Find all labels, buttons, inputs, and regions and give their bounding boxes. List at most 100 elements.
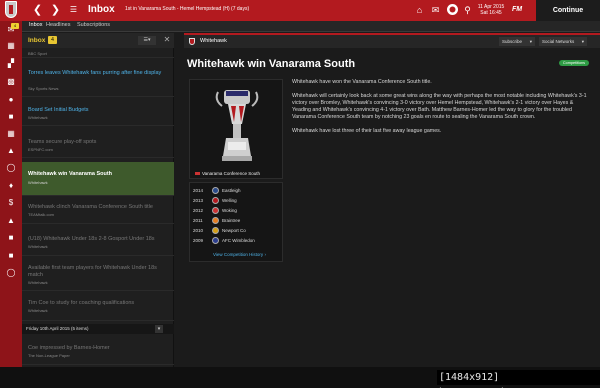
list-item-selected[interactable]: Whitehawk win Vanarama South Whitehawk (22, 162, 174, 196)
continue-button[interactable]: Continue (536, 0, 600, 21)
winner-year: 2012 (193, 208, 204, 213)
message-source: Whitehawk (28, 308, 48, 313)
table-row[interactable]: 2010 Newport Co (193, 227, 281, 236)
club-crest-icon (212, 197, 219, 204)
tab-subscriptions[interactable]: Subscriptions (77, 22, 110, 28)
search-icon[interactable]: ⚲ (460, 3, 475, 17)
body-paragraph: Whitehawk will certainly look back at so… (292, 93, 587, 120)
message-source: Whitehawk (28, 244, 48, 249)
tab-inbox[interactable]: Inbox (29, 22, 42, 28)
subscribe-button[interactable]: Subscribe ▾ (499, 37, 535, 46)
winner-team: Woking (222, 208, 237, 213)
schedule-icon[interactable]: ▦ (6, 129, 16, 138)
list-item[interactable]: Available first team players for Whiteha… (22, 263, 174, 291)
fm-logo[interactable]: FM (512, 6, 522, 13)
inbox-count-badge: 4 (11, 23, 19, 29)
club-vision-icon[interactable]: ▲ (6, 216, 16, 225)
winner-year: 2014 (193, 188, 204, 193)
table-row[interactable]: 2009 AFC Wimbledon (193, 237, 281, 246)
list-item[interactable]: Tim Coe to study for coaching qualificat… (22, 299, 174, 321)
finances-icon[interactable]: $ (6, 198, 16, 207)
body-paragraph: Whitehawk have lost three of their last … (292, 128, 442, 134)
message-source: ESPNFC.com (28, 147, 53, 152)
day-group-header[interactable]: Friday 10th April 2015 (5 items) ▾ (22, 324, 174, 334)
chevron-left-icon[interactable]: ❮ (30, 3, 45, 17)
transfers-icon[interactable]: ♦ (6, 181, 16, 190)
competition-name: Vanarama Conference South (202, 171, 260, 176)
save-icon[interactable]: ■ (6, 251, 16, 260)
tactics-icon[interactable]: ▩ (6, 77, 16, 86)
page-title: Inbox (88, 4, 115, 15)
category-badge: Competitions (559, 60, 589, 66)
message-title: (U18) Whitehawk Under 18s 2-8 Gosport Un… (28, 236, 155, 242)
list-item[interactable]: Board Set Initial Budgets Whitehawk (22, 106, 174, 126)
social-networks-button[interactable]: Social Networks ▾ (539, 37, 587, 46)
list-item[interactable]: Torres leaves Whitehawk fans purring aft… (22, 69, 174, 97)
watermark-label: [1484x912] https://upic.me/ (437, 370, 600, 388)
message-source: BBC Sport (28, 51, 47, 56)
history-link-label: View Competition History (213, 252, 264, 257)
club-crest-icon[interactable] (445, 3, 460, 17)
message-source: The Non-League Paper (28, 353, 70, 358)
body-paragraph: Whitehawk have won the Vanarama Conferen… (292, 79, 432, 85)
tab-headlines[interactable]: Headlines (46, 22, 70, 28)
home-icon[interactable]: ⌂ (412, 3, 427, 17)
table-row[interactable]: 2012 Woking (193, 207, 281, 216)
career-icon[interactable]: ■ (6, 233, 16, 242)
message-title: Available first team players for Whiteha… (28, 265, 157, 278)
club-crest-logo[interactable] (5, 1, 17, 18)
message-title: Torres leaves Whitehawk fans purring aft… (28, 70, 162, 76)
chevron-right-icon: › (264, 252, 266, 257)
message-sender[interactable]: Whitehawk (200, 38, 227, 44)
list-item[interactable]: Whitehawk clinch Vanarama Conference Sou… (22, 202, 174, 224)
status-subtitle[interactable]: 1st in Vanarama South - Hemel Hempstead … (125, 6, 249, 12)
history-icon[interactable]: ◯ (6, 268, 16, 277)
winner-team: Braintree (222, 218, 241, 223)
training-icon[interactable]: ■ (6, 112, 16, 121)
message-title: Tim Coe to study for coaching qualificat… (28, 300, 135, 306)
list-item[interactable]: Coe impressed by Barnes-Homer The Non-Le… (22, 343, 174, 365)
chevron-down-icon: ▾ (581, 39, 584, 44)
message-headline: Whitehawk win Vanarama South (187, 58, 356, 70)
club-crest-icon (212, 217, 219, 224)
trophy-card[interactable]: Vanarama Conference South (189, 79, 283, 179)
inbox-list-panel: Inbox 4 ☰▾ ✕ BBC Sport Torres leaves Whi… (22, 33, 174, 367)
message-title: Board Set Initial Budgets (28, 107, 89, 113)
close-icon[interactable]: ✕ (162, 35, 172, 45)
scouting-icon[interactable]: ◯ (6, 163, 16, 172)
game-date: 11 Apr 2015 Sat 16:45 (476, 4, 506, 16)
nav-menu-icon[interactable]: ☰ (66, 3, 81, 17)
squad-icon[interactable]: ▞ (6, 59, 16, 68)
chevron-down-icon: ▾ (529, 39, 532, 44)
message-header: Whitehawk Subscribe ▾ Social Networks ▾ (184, 33, 600, 48)
winner-year: 2010 (193, 228, 204, 233)
list-item[interactable]: BBC Sport (22, 48, 174, 58)
competition-icon[interactable]: ▲ (6, 146, 16, 155)
message-title: Whitehawk clinch Vanarama Conference Sou… (28, 204, 153, 210)
message-title: Whitehawk win Vanarama South (28, 171, 113, 177)
list-item[interactable]: (U18) Whitehawk Under 18s 2-8 Gosport Un… (22, 234, 174, 256)
app-window: ❮ ❯ ☰ Inbox 1st in Vanarama South - Heme… (0, 0, 600, 388)
winner-year: 2009 (193, 238, 204, 243)
view-competition-history-link[interactable]: View Competition History › (213, 252, 266, 257)
table-row[interactable]: 2011 Braintree (193, 217, 281, 226)
inbox-list-header: Inbox 4 ☰▾ ✕ (22, 33, 174, 48)
club-crest-icon (212, 237, 219, 244)
winner-team: Newport Co (222, 228, 246, 233)
inbox-title: Inbox (28, 37, 46, 44)
chevron-right-icon[interactable]: ❯ (48, 3, 63, 17)
tab-bar: Inbox Headlines Subscriptions (22, 21, 600, 32)
club-crest-icon (212, 207, 219, 214)
message-title: Coe impressed by Barnes-Homer (28, 345, 110, 351)
calendar-icon[interactable]: ▦ (6, 41, 16, 50)
staff-icon[interactable]: ● (6, 95, 16, 104)
winner-year: 2011 (193, 218, 203, 223)
table-row[interactable]: 2013 Welling (193, 197, 281, 206)
table-row[interactable]: 2014 Eastleigh (193, 187, 281, 196)
list-icon[interactable]: ☰▾ (138, 36, 156, 45)
list-item[interactable]: Teams secure play-off spots ESPNFC.com (22, 138, 174, 158)
chevron-down-icon[interactable]: ▾ (155, 325, 163, 333)
trophy-icon (215, 90, 259, 161)
mail-icon[interactable]: ✉ (428, 3, 443, 17)
winner-year: 2013 (193, 198, 204, 203)
